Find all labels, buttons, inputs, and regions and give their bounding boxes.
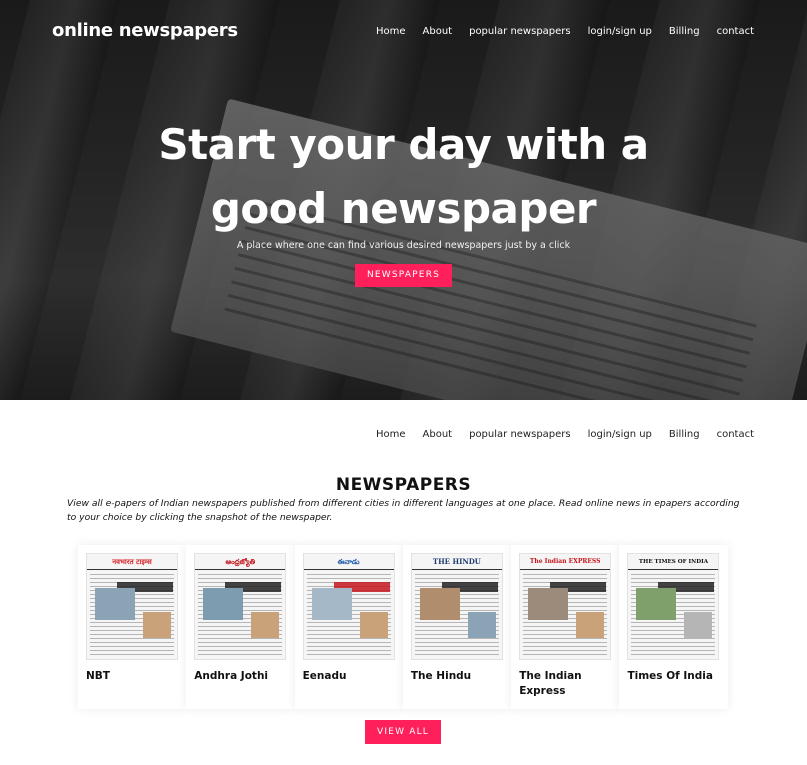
masthead: नवभारत टाइम्स: [87, 554, 177, 570]
newspaper-snapshot[interactable]: नवभारत टाइम्स: [86, 553, 178, 660]
nav2-popular-newspapers[interactable]: popular newspapers: [469, 429, 571, 440]
nav2-login-signup[interactable]: login/sign up: [588, 429, 652, 440]
newspaper-card[interactable]: THE TIMES OF INDIA Times Of India: [619, 545, 728, 709]
nav2-about[interactable]: About: [423, 429, 453, 440]
newspaper-snapshot[interactable]: ఆంధ్రజ్యోతి: [194, 553, 287, 660]
view-all-button[interactable]: VIEW ALL: [365, 720, 441, 744]
newspaper-name[interactable]: The Indian Express: [519, 669, 611, 699]
nav2-contact[interactable]: contact: [717, 429, 754, 440]
section-description: View all e-papers of Indian newspapers p…: [67, 498, 740, 523]
masthead: The Indian EXPRESS: [520, 554, 611, 570]
newspaper-snapshot[interactable]: THE TIMES OF INDIA: [627, 553, 720, 660]
hero-headline: Start your day with a good newspaper: [158, 120, 649, 233]
masthead: THE TIMES OF INDIA: [628, 554, 719, 570]
site-logo[interactable]: online newspapers: [52, 20, 238, 41]
newspaper-cards: नवभारत टाइम्स NBT ఆంధ్రజ్యోతి Andhra Jot…: [78, 545, 728, 709]
nav-popular-newspapers[interactable]: popular newspapers: [469, 26, 571, 37]
newspaper-card[interactable]: ఆంధ్రజ్యోతి Andhra Jothi: [186, 545, 295, 709]
newspaper-name[interactable]: Andhra Jothi: [194, 669, 286, 684]
newspaper-name[interactable]: Eenadu: [303, 669, 395, 684]
newspaper-card[interactable]: नवभारत टाइम्स NBT: [78, 545, 187, 709]
section-title: NEWSPAPERS: [335, 475, 472, 495]
secondary-nav: Home About popular newspapers login/sign…: [376, 429, 754, 440]
nav-contact[interactable]: contact: [717, 26, 754, 37]
newspaper-name[interactable]: Times Of India: [627, 669, 719, 684]
newspaper-card[interactable]: ఈనాడు Eenadu: [294, 545, 403, 709]
newspaper-name[interactable]: NBT: [86, 669, 178, 684]
newspapers-button[interactable]: NEWSPAPERS: [355, 264, 452, 287]
newspaper-snapshot[interactable]: The Indian EXPRESS: [519, 553, 612, 660]
newspaper-snapshot[interactable]: ఈనాడు: [302, 553, 395, 660]
newspaper-card[interactable]: The Indian EXPRESS The Indian Express: [511, 545, 620, 709]
masthead: ఆంధ్రజ్యోతి: [195, 554, 286, 570]
newspaper-name[interactable]: The Hindu: [411, 669, 503, 684]
hero-subtitle: A place where one can find various desir…: [236, 240, 571, 251]
nav-home[interactable]: Home: [376, 26, 406, 37]
nav2-billing[interactable]: Billing: [669, 429, 700, 440]
hero-banner: online newspapers Home About popular new…: [0, 0, 807, 400]
nav2-home[interactable]: Home: [376, 429, 406, 440]
masthead: THE HINDU: [411, 554, 502, 570]
nav-about[interactable]: About: [423, 26, 453, 37]
newspaper-card[interactable]: THE HINDU The Hindu: [402, 545, 512, 709]
newspaper-snapshot[interactable]: THE HINDU: [410, 553, 503, 660]
masthead: ఈనాడు: [303, 554, 394, 570]
nav-login-signup[interactable]: login/sign up: [588, 26, 652, 37]
nav-billing[interactable]: Billing: [669, 26, 700, 37]
main-nav: Home About popular newspapers login/sign…: [376, 26, 754, 37]
